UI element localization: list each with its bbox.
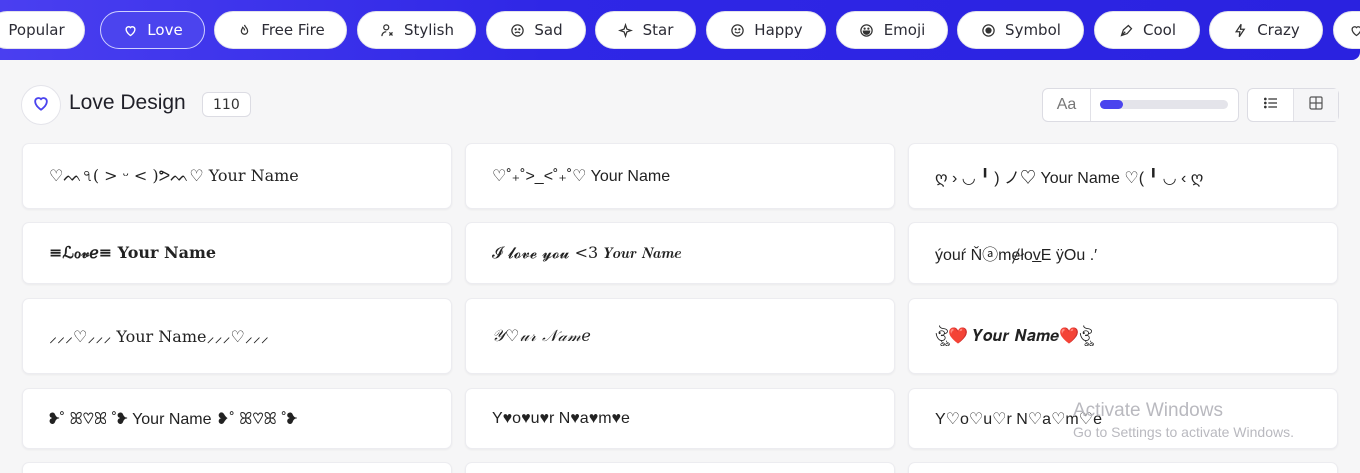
category-chip-love[interactable]: Love <box>100 11 205 49</box>
category-label: Emoji <box>883 21 926 39</box>
category-chip-happy[interactable]: Happy <box>706 11 826 49</box>
design-text: ♡ᨓ৭( > ᵕ < )ᕗᨓ♡ Your Name <box>49 165 299 185</box>
category-label: Cool <box>1143 21 1176 39</box>
design-card[interactable]: ♡˚₊˚>_<˚₊˚♡ Your Name <box>465 143 895 209</box>
category-label: Stylish <box>404 21 454 39</box>
category-chip-stylish[interactable]: Stylish <box>357 11 476 49</box>
person-icon <box>379 22 395 38</box>
category-label: Star <box>642 21 674 39</box>
category-chip-crazy[interactable]: Crazy <box>1209 11 1323 49</box>
view-toggle <box>1247 88 1339 122</box>
windows-activation-watermark: Activate Windows Go to Settings to activ… <box>1073 400 1294 440</box>
pen-icon <box>1118 22 1134 38</box>
slider-fill[interactable] <box>1100 100 1124 109</box>
category-chip-emoji[interactable]: Emoji <box>836 11 948 49</box>
category-label: Free Fire <box>261 21 325 39</box>
design-card-partial[interactable] <box>465 462 895 473</box>
category-label: Crazy <box>1257 21 1300 39</box>
category-chip-cool[interactable]: Cool <box>1094 11 1200 49</box>
design-text: ⸝⸝⸝♡⸝⸝⸝ Your Name⸝⸝⸝♡⸝⸝⸝ <box>49 327 269 346</box>
category-chip-star[interactable]: Star <box>595 11 696 49</box>
design-count-badge: 110 <box>202 92 251 117</box>
list-icon <box>1263 95 1279 115</box>
design-text: ঔৣ❤️ 𝒀𝒐𝒖𝒓 𝑵𝒂𝒎𝒆❤️ঔৣ <box>935 325 1093 345</box>
category-chip-sad[interactable]: Sad <box>486 11 586 49</box>
watermark-line1: Activate Windows <box>1073 400 1223 421</box>
design-card[interactable]: ⸝⸝⸝♡⸝⸝⸝ Your Name⸝⸝⸝♡⸝⸝⸝ <box>22 298 452 374</box>
category-bar: Popular Love Free Fire Stylish Sad Star … <box>0 0 1360 60</box>
flame-icon <box>236 22 252 38</box>
design-card[interactable]: ❥˚ ꕤ♡ꕤ ˚❥ Your Name ❥˚ ꕤ♡ꕤ ˚❥ <box>22 388 452 449</box>
category-label: Symbol <box>1005 21 1061 39</box>
watermark-line2: Go to Settings to activate Windows. <box>1073 424 1294 440</box>
design-text: ❥˚ ꕤ♡ꕤ ˚❥ Your Name ❥˚ ꕤ♡ꕤ ˚❥ <box>49 410 298 428</box>
list-view-button[interactable] <box>1248 89 1293 121</box>
design-text: 𝒴♡𝓊𝓇 𝒩𝒶𝓂𝑒 <box>492 326 592 345</box>
sad-face-icon <box>509 22 525 38</box>
design-text: ♡˚₊˚>_<˚₊˚♡ Your Name <box>492 168 671 185</box>
smile-icon <box>729 22 745 38</box>
design-card[interactable]: ღ › ◡ ╹ ) ノ♡ Your Name ♡( ╹ ◡ ‹ ღ <box>908 143 1338 209</box>
heart-icon <box>31 93 51 117</box>
category-chip-popular[interactable]: Popular <box>0 11 85 49</box>
font-size-slider[interactable] <box>1100 100 1228 109</box>
design-card-partial[interactable] <box>22 462 452 473</box>
emoji-icon <box>859 22 875 38</box>
design-text: ýouŕ Ňⓐmɇłov̲E ÿOu .′ <box>935 247 1098 264</box>
design-text: Y♥o♥u♥r N♥a♥m♥e <box>492 409 630 427</box>
section-icon <box>21 85 61 125</box>
heart-icon <box>122 22 138 38</box>
font-size-label: Aa <box>1043 89 1091 121</box>
category-chip-symbol[interactable]: Symbol <box>957 11 1084 49</box>
category-label: Popular <box>8 21 65 39</box>
category-label: Sad <box>534 21 563 39</box>
design-card[interactable]: ঔৣ❤️ 𝒀𝒐𝒖𝒓 𝑵𝒂𝒎𝒆❤️ঔৣ <box>908 298 1338 374</box>
lightning-icon <box>1232 22 1248 38</box>
design-card[interactable]: ♡ᨓ৭( > ᵕ < )ᕗᨓ♡ Your Name <box>22 143 452 209</box>
grid-view-button[interactable] <box>1293 89 1338 121</box>
design-card-partial[interactable] <box>908 462 1338 473</box>
design-card[interactable]: 𝓘 𝓵𝓸𝓿𝓮 𝔂𝓸𝓾 <3 𝒀𝒐𝒖𝒓 𝑵𝒂𝒎𝒆 <box>465 222 895 284</box>
design-text: 𝓘 𝓵𝓸𝓿𝓮 𝔂𝓸𝓾 <3 𝒀𝒐𝒖𝒓 𝑵𝒂𝒎𝒆 <box>492 243 682 262</box>
font-size-control: Aa <box>1042 88 1239 122</box>
grid-icon <box>1308 95 1324 115</box>
design-text: ≡ℒℴ𝓋ℯ≡ Your Name <box>49 243 217 262</box>
design-card[interactable]: Y♥o♥u♥r N♥a♥m♥e <box>465 388 895 449</box>
page-title: Love Design <box>69 91 186 114</box>
sparkle-icon <box>618 22 634 38</box>
heart-icon <box>1348 22 1360 38</box>
design-card[interactable]: ýouŕ Ňⓐmɇłov̲E ÿOu .′ <box>908 222 1338 284</box>
category-chip-partial[interactable] <box>1333 11 1360 49</box>
symbol-icon <box>980 22 996 38</box>
design-card[interactable]: 𝒴♡𝓊𝓇 𝒩𝒶𝓂𝑒 <box>465 298 895 374</box>
category-chip-free-fire[interactable]: Free Fire <box>214 11 347 49</box>
category-label: Love <box>147 21 183 39</box>
design-card[interactable]: ≡ℒℴ𝓋ℯ≡ Your Name <box>22 222 452 284</box>
design-text: ღ › ◡ ╹ ) ノ♡ Your Name ♡( ╹ ◡ ‹ ღ <box>935 170 1204 187</box>
category-label: Happy <box>754 21 803 39</box>
